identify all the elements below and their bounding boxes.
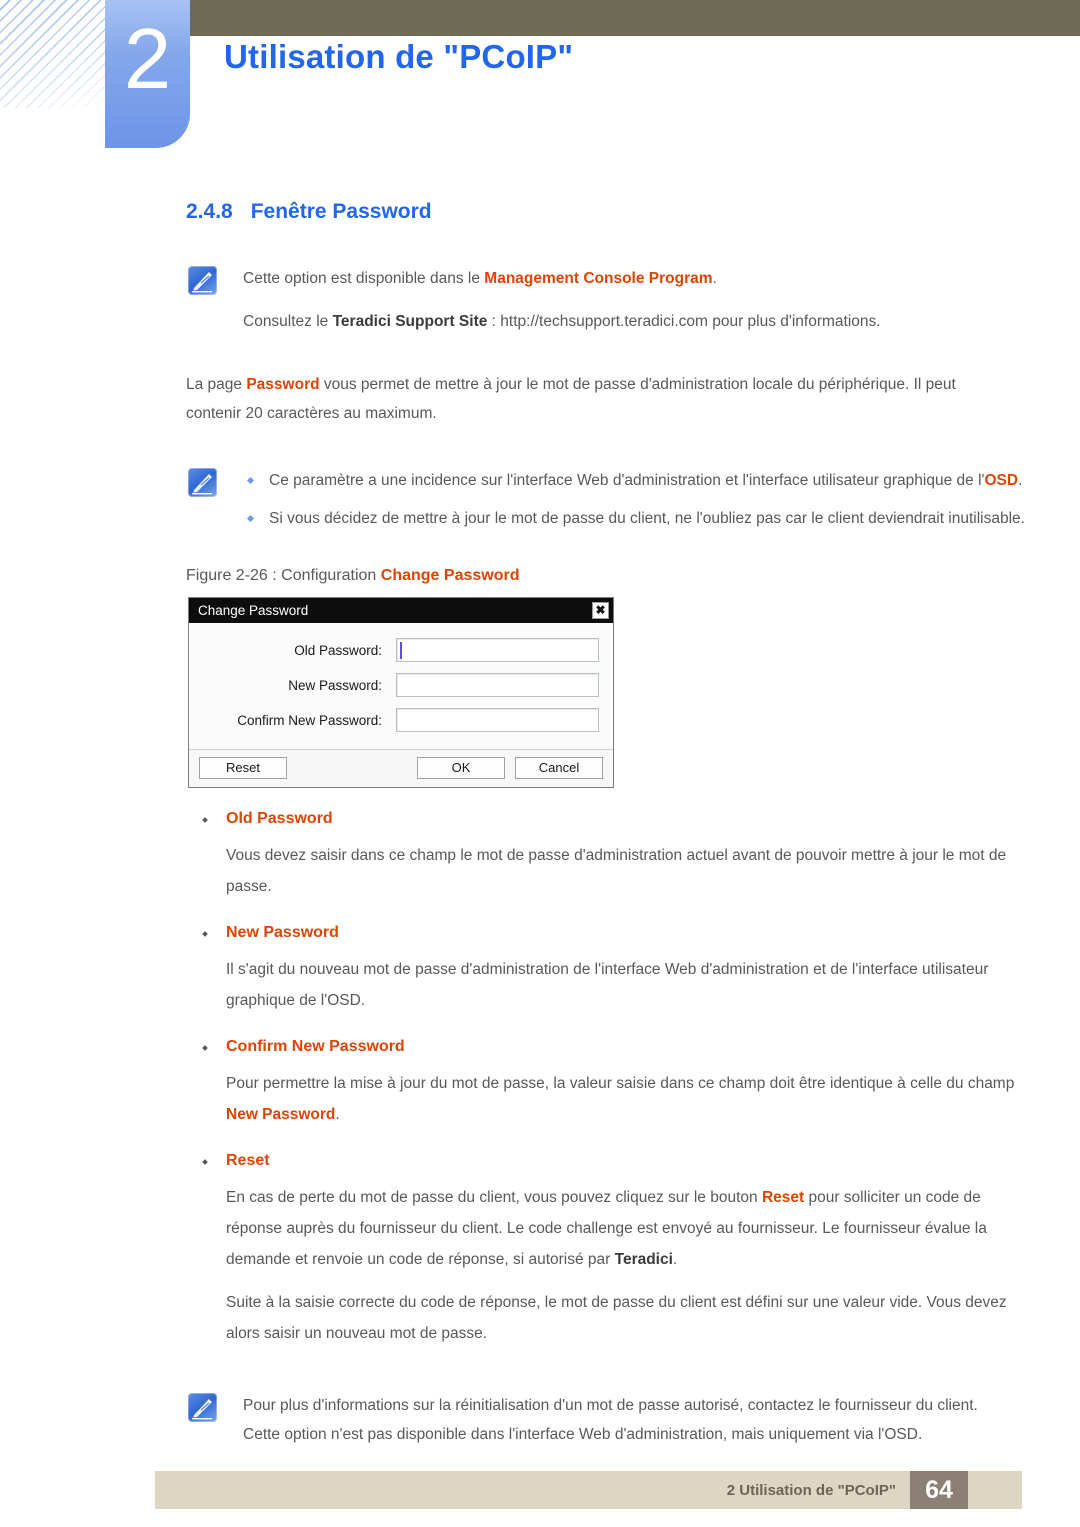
term-definition-list: Old Password Vous devez saisir dans ce c… — [0, 810, 1080, 1349]
note-top-line1-pre: Cette option est disponible dans le — [243, 270, 485, 287]
term-reset-bold: Teradici — [614, 1251, 673, 1268]
footer-page-number: 64 — [910, 1471, 968, 1509]
term-confirm-post: . — [335, 1106, 340, 1123]
field-row-confirm-new-password: Confirm New Password: — [203, 708, 599, 732]
text-caret — [400, 642, 402, 659]
note-block-bullets: Ce paramètre a une incidence sur l'inter… — [186, 466, 1080, 533]
term-reset-body-1: En cas de perte du mot de passe du clien… — [226, 1182, 1016, 1275]
term-reset-highlight: Reset — [761, 1189, 805, 1206]
term-new-password-body: Il s'agit du nouveau mot de passe d'admi… — [226, 961, 989, 1009]
note-pen-icon — [188, 468, 217, 497]
section-heading: 2.4.8 Fenêtre Password — [186, 200, 1080, 224]
reset-button[interactable]: Reset — [199, 757, 287, 779]
new-password-label: New Password: — [288, 677, 382, 693]
ok-button[interactable]: OK — [417, 757, 505, 779]
figure-caption-pre: Figure 2-26 : Configuration — [186, 567, 381, 584]
close-icon[interactable]: ✖ — [592, 602, 609, 619]
intro-paragraph-block: La page Password vous permet de mettre à… — [0, 370, 1080, 428]
dialog-body: Old Password: New Password: Confirm New … — [189, 623, 613, 749]
term-confirm-new-password-body: Pour permettre la mise à jour du mot de … — [226, 1068, 1016, 1130]
note-top-line1-post: . — [712, 270, 717, 287]
note-top-line2-bold: Teradici Support Site — [332, 313, 488, 330]
term-confirm-new-password: Confirm New Password — [200, 1038, 1080, 1056]
note-bullet-list: Ce paramètre a une incidence sur l'inter… — [243, 466, 1080, 533]
figure-caption-highlight: Change Password — [380, 567, 520, 584]
term-old-password-body: Vous devez saisir dans ce champ le mot d… — [226, 847, 1007, 895]
old-password-label: Old Password: — [294, 642, 382, 658]
page-content: 2.4.8 Fenêtre Password Cette option est d… — [0, 200, 1080, 1463]
field-row-old-password: Old Password: — [203, 638, 599, 662]
intro-pre: La page — [186, 376, 247, 393]
note-top-line2: Consultez le Teradici Support Site : htt… — [243, 307, 1080, 336]
note-block-top: Cette option est disponible dans le Mana… — [186, 264, 1080, 336]
chapter-number-badge: 2 — [105, 0, 190, 148]
note-block-bottom: Pour plus d'informations sur la réinitia… — [186, 1391, 1080, 1449]
note-bottom-text: Pour plus d'informations sur la réinitia… — [243, 1397, 978, 1443]
dialog-title: Change Password — [198, 603, 309, 618]
header-olive-bar — [188, 0, 1080, 36]
old-password-input[interactable] — [396, 638, 599, 662]
note-top-line2-pre: Consultez le — [243, 313, 333, 330]
note-top-line1-highlight: Management Console Program — [484, 270, 713, 287]
figure-caption: Figure 2-26 : Configuration Change Passw… — [186, 567, 1080, 585]
dialog-titlebar: Change Password ✖ — [189, 598, 613, 623]
note-top-line1: Cette option est disponible dans le Mana… — [243, 264, 1080, 293]
footer-chapter-label: 2 Utilisation de "PCoIP" — [726, 1481, 896, 1499]
section-number: 2.4.8 — [186, 200, 233, 223]
note-bullet-1-post: . — [1018, 472, 1023, 489]
intro-paragraph: La page Password vous permet de mettre à… — [186, 370, 976, 428]
section-title: Fenêtre Password — [250, 200, 432, 223]
intro-highlight: Password — [246, 376, 320, 393]
term-reset-pre: En cas de perte du mot de passe du clien… — [226, 1189, 762, 1206]
term-reset-post: . — [672, 1251, 678, 1268]
field-row-new-password: New Password: — [203, 673, 599, 697]
cancel-button[interactable]: Cancel — [515, 757, 603, 779]
term-reset-body-2: Suite à la saisie correcte du code de ré… — [226, 1294, 1007, 1342]
new-password-input[interactable] — [396, 673, 599, 697]
note-pen-icon — [188, 266, 217, 295]
term-new-password: New Password — [200, 924, 1080, 942]
note-bullet-item: Ce paramètre a une incidence sur l'inter… — [243, 466, 1029, 495]
note-top-line2-post: : http://techsupport.teradici.com pour p… — [487, 313, 881, 330]
note-bullet-1-highlight: OSD — [984, 472, 1019, 489]
page-footer: 2 Utilisation de "PCoIP" 64 — [155, 1471, 1022, 1509]
term-confirm-highlight: New Password — [226, 1106, 336, 1123]
term-reset: Reset — [200, 1152, 1080, 1170]
confirm-new-password-label: Confirm New Password: — [237, 712, 382, 728]
change-password-dialog: Change Password ✖ Old Password: New Pass… — [188, 597, 614, 788]
note-pen-icon — [188, 1393, 217, 1422]
confirm-new-password-input[interactable] — [396, 708, 599, 732]
term-confirm-pre: Pour permettre la mise à jour du mot de … — [226, 1075, 1015, 1092]
note-bullet-item: Si vous décidez de mettre à jour le mot … — [243, 504, 1029, 533]
dialog-footer: Reset OK Cancel — [189, 749, 613, 787]
note-bullet-1-pre: Ce paramètre a une incidence sur l'inter… — [269, 472, 985, 489]
chapter-title: Utilisation de "PCoIP" — [224, 38, 574, 75]
page-header: 2 Utilisation de "PCoIP" — [0, 0, 1080, 160]
term-old-password: Old Password — [200, 810, 1080, 828]
